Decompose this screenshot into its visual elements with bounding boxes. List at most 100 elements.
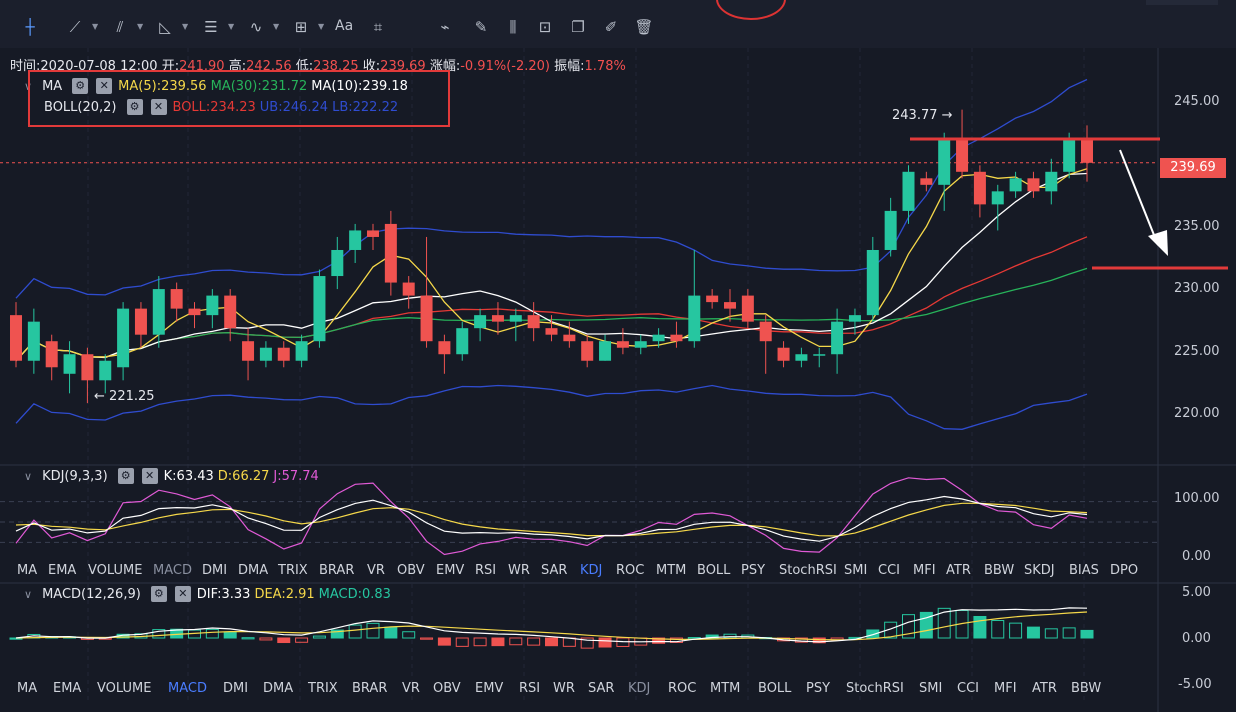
candle-body (813, 354, 826, 356)
indicator-tab-cci[interactable]: CCI (878, 563, 900, 578)
indicator-tab-emv[interactable]: EMV (475, 681, 503, 696)
indicator-tab-bbw[interactable]: BBW (984, 563, 1014, 578)
indicator-tab-brar[interactable]: BRAR (319, 563, 354, 578)
indicator-tab-skdj[interactable]: SKDJ (1024, 563, 1055, 578)
indicator-tab-dma[interactable]: DMA (238, 563, 268, 578)
indicator-tab-trix[interactable]: TRIX (278, 563, 308, 578)
candle-body (956, 139, 969, 172)
candle-body (242, 341, 255, 361)
indicator-tab-dmi[interactable]: DMI (223, 681, 248, 696)
candle-body (134, 308, 147, 335)
kdj-legend: ∨ KDJ(9,3,3) ⚙ ✕ K:63.43 D:66.27 J:57.74 (24, 468, 319, 484)
indicator-tab-atr[interactable]: ATR (946, 563, 971, 578)
indicator-tab-mfi[interactable]: MFI (913, 563, 936, 578)
candle-body (63, 354, 76, 374)
indicator-tab-dmi[interactable]: DMI (202, 563, 227, 578)
indicator-tab-ema[interactable]: EMA (53, 681, 81, 696)
close-icon[interactable]: ✕ (174, 586, 191, 602)
indicator-tab-brar[interactable]: BRAR (352, 681, 387, 696)
macd-histogram-bar (437, 637, 451, 646)
close-icon[interactable]: ✕ (141, 468, 158, 484)
macd-histogram-bar (866, 629, 880, 639)
indicator-tab-obv[interactable]: OBV (397, 563, 425, 578)
indicator-tab-trix[interactable]: TRIX (308, 681, 338, 696)
indicator-tab-smi[interactable]: SMI (844, 563, 867, 578)
collapse-chevron-icon[interactable]: ∨ (24, 470, 32, 483)
macd-histogram-bar (1080, 629, 1094, 639)
indicator-tab-bbw[interactable]: BBW (1071, 681, 1101, 696)
indicator-tab-boll[interactable]: BOLL (697, 563, 730, 578)
indicator-tab-macd[interactable]: MACD (168, 681, 207, 696)
kdj-name: KDJ(9,3,3) (42, 468, 108, 484)
indicator-tab-stochrsi[interactable]: StochRSI (779, 563, 837, 578)
indicator-tab-volume[interactable]: VOLUME (88, 563, 142, 578)
indicator-tab-vr[interactable]: VR (402, 681, 420, 696)
macd-histogram-bar (598, 637, 612, 648)
indicator-tab-rsi[interactable]: RSI (519, 681, 540, 696)
macd-axis-label: 0.00 (1182, 631, 1211, 646)
candle-body (277, 347, 290, 361)
indicator-tab-ma[interactable]: MA (17, 563, 37, 578)
indicator-tab-mtm[interactable]: MTM (656, 563, 686, 578)
indicator-tab-psy[interactable]: PSY (806, 681, 830, 696)
candle-body (27, 321, 40, 361)
candle-body (259, 347, 272, 361)
candle-body (438, 341, 451, 355)
candle-body (456, 328, 469, 355)
candle-body (491, 315, 504, 322)
macd-histogram-bar (491, 637, 505, 647)
indicator-tab-smi[interactable]: SMI (919, 681, 942, 696)
candle-body (170, 289, 183, 309)
indicator-tab-wr[interactable]: WR (508, 563, 530, 578)
candle-body (313, 276, 326, 342)
change-value: -0.91%(-2.20) (460, 59, 550, 74)
macd-name: MACD(12,26,9) (42, 586, 141, 602)
indicator-tab-ema[interactable]: EMA (48, 563, 76, 578)
amp-label: 振幅: (554, 59, 585, 74)
candle-body (920, 178, 933, 185)
kdj-axis-label: 100.00 (1174, 491, 1220, 506)
indicator-tab-kdj[interactable]: KDJ (628, 681, 650, 696)
candle-body (402, 282, 415, 296)
indicator-tab-rsi[interactable]: RSI (475, 563, 496, 578)
indicator-tab-ma[interactable]: MA (17, 681, 37, 696)
indicator-tab-mfi[interactable]: MFI (994, 681, 1017, 696)
indicator-tab-bias[interactable]: BIAS (1069, 563, 1099, 578)
candle-body (848, 315, 861, 322)
candle-body (509, 315, 522, 322)
macd-histogram-bar (1026, 626, 1040, 639)
price-axis-label: 235.00 (1174, 219, 1220, 234)
indicator-tab-obv[interactable]: OBV (433, 681, 461, 696)
indicator-tab-cci[interactable]: CCI (957, 681, 979, 696)
candle-body (866, 249, 879, 316)
indicator-tab-sar[interactable]: SAR (588, 681, 614, 696)
collapse-chevron-icon[interactable]: ∨ (24, 588, 32, 601)
indicator-tab-boll[interactable]: BOLL (758, 681, 791, 696)
macd-dif-value: DIF:3.33 (196, 586, 251, 602)
candle-body (527, 315, 540, 329)
indicator-tab-dma[interactable]: DMA (263, 681, 293, 696)
candle-body (295, 341, 308, 361)
indicator-tab-emv[interactable]: EMV (436, 563, 464, 578)
gear-icon[interactable]: ⚙ (117, 468, 134, 484)
indicator-tab-roc[interactable]: ROC (668, 681, 696, 696)
indicator-tab-stochrsi[interactable]: StochRSI (846, 681, 904, 696)
macd-dea-value: DEA:2.91 (254, 586, 315, 602)
indicator-tab-atr[interactable]: ATR (1032, 681, 1057, 696)
indicator-tab-mtm[interactable]: MTM (710, 681, 740, 696)
indicator-tab-volume[interactable]: VOLUME (97, 681, 151, 696)
indicator-tab-kdj[interactable]: KDJ (580, 563, 602, 578)
indicator-tab-psy[interactable]: PSY (741, 563, 765, 578)
indicator-tab-vr[interactable]: VR (367, 563, 385, 578)
gear-icon[interactable]: ⚙ (150, 586, 167, 602)
indicator-tab-wr[interactable]: WR (553, 681, 575, 696)
indicator-tab-dpo[interactable]: DPO (1110, 563, 1138, 578)
candle-body (349, 230, 362, 250)
indicator-tab-macd[interactable]: MACD (153, 563, 192, 578)
candle-body (117, 308, 130, 368)
indicator-tab-sar[interactable]: SAR (541, 563, 567, 578)
candle-body (331, 249, 344, 277)
indicator-tab-roc[interactable]: ROC (616, 563, 644, 578)
candle-body (152, 289, 165, 335)
high-annotation-value: 243.77 (892, 108, 938, 123)
